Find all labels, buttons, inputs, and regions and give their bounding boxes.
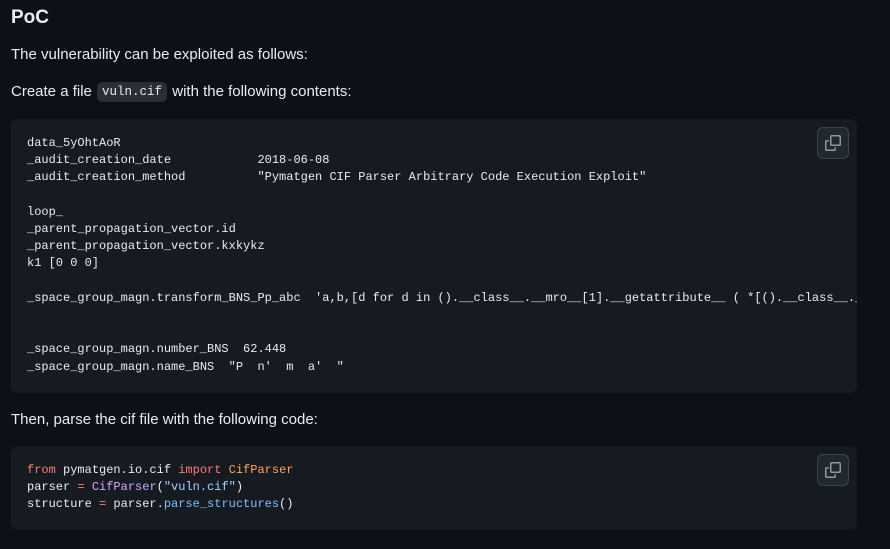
python-code-block: from pymatgen.io.cif import CifParser pa… [11, 446, 857, 530]
code-line: _parent_propagation_vector.id [27, 222, 236, 237]
keyword-import: import [178, 463, 222, 477]
intro-text: The vulnerability can be exploited as fo… [11, 46, 308, 63]
variable: structure [27, 497, 100, 512]
class-name: CifParser [228, 463, 294, 477]
markdown-page: PoC The vulnerability can be exploited a… [0, 0, 890, 549]
code-line: _audit_creation_method "Pymatgen CIF Par… [27, 170, 647, 185]
copy-button-python[interactable] [817, 454, 849, 486]
class-call: CifParser [91, 480, 157, 495]
operator: = [77, 480, 85, 495]
cif-code: data_5yOhtAoR _audit_creation_date 2018-… [27, 135, 857, 376]
call-parens: () [279, 497, 294, 512]
copy-button-cif[interactable] [817, 127, 849, 159]
code-line: _space_group_magn.number_BNS 62.448 [27, 342, 287, 357]
code-line: _space_group_magn.name_BNS "P n' m a' " [27, 359, 344, 374]
code-line: parser = CifParser("vuln.cif") [27, 480, 243, 494]
module-path: pymatgen.io.cif [55, 463, 179, 477]
code-line: _audit_creation_date 2018-06-08 [27, 153, 330, 168]
section-heading: PoC [11, 7, 49, 28]
copy-icon [825, 462, 841, 478]
keyword-from: from [27, 463, 56, 477]
create-file-suffix: with the following contents: [168, 83, 352, 100]
create-file-prefix: Create a file [11, 83, 97, 100]
copy-icon [825, 135, 841, 151]
code-line: structure = parser.parse_structures() [27, 497, 293, 511]
paren: ) [235, 480, 244, 495]
inline-filename: vuln.cif [97, 82, 168, 102]
code-line: from pymatgen.io.cif import CifParser [27, 463, 293, 477]
create-file-text: Create a file vuln.cif with the followin… [11, 81, 352, 103]
parse-text: Then, parse the cif file with the follow… [11, 411, 318, 428]
object-ref: parser. [106, 497, 164, 512]
code-line: data_5yOhtAoR [27, 136, 121, 150]
python-code: from pymatgen.io.cif import CifParser pa… [27, 462, 293, 514]
method-name: parse_structures [163, 497, 280, 512]
string-literal: "vuln.cif" [163, 480, 236, 495]
code-line: _parent_propagation_vector.kxkykz [27, 239, 265, 254]
code-line: k1 [0 0 0] [27, 256, 100, 271]
variable: parser [27, 480, 78, 495]
paren: ( [156, 480, 164, 495]
code-line: _space_group_magn.transform_BNS_Pp_abc '… [27, 290, 857, 305]
cif-code-block: data_5yOhtAoR _audit_creation_date 2018-… [11, 119, 857, 393]
code-line: loop_ [27, 204, 64, 219]
